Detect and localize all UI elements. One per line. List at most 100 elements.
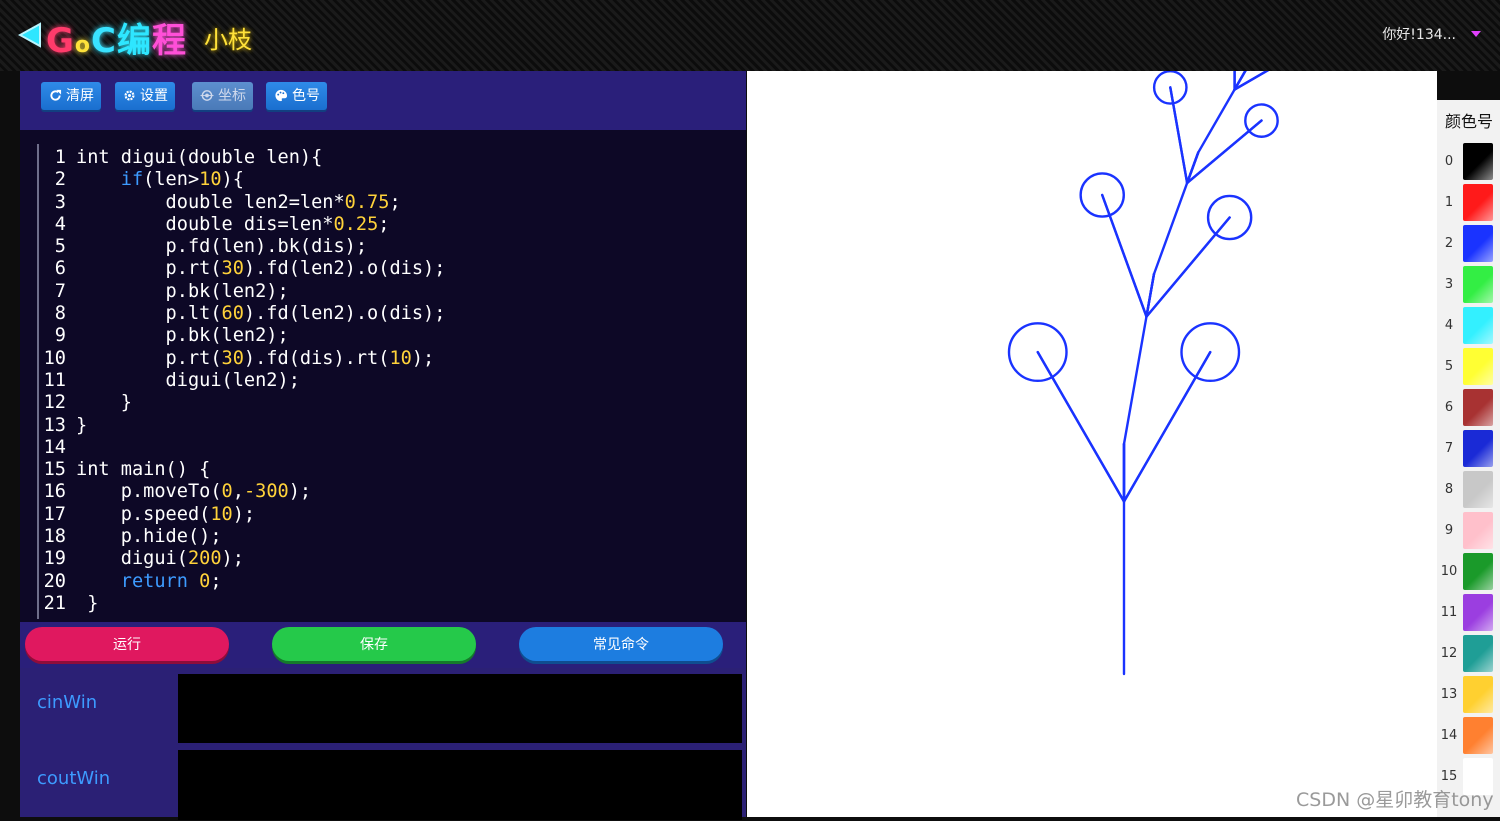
line-code: } [76,392,132,414]
color-swatch[interactable] [1463,717,1493,754]
top-bar: GoC编程 小枝 你好!134... [0,0,1500,71]
clear-button[interactable]: 清屏 [41,82,101,110]
code-line: 17 p.speed(10); [42,504,445,526]
code-line: 7 p.bk(len2); [42,281,445,303]
code-line: 1 int digui(double len){ [42,147,445,169]
line-code: double dis=len*0.25; [76,213,390,235]
color-swatch-row[interactable]: 5 [1437,346,1500,387]
color-swatch[interactable] [1463,266,1493,303]
code-line: 16 p.moveTo(0,-300); [42,481,445,503]
color-swatch[interactable] [1463,348,1493,385]
color-swatch[interactable] [1463,635,1493,672]
color-swatch[interactable] [1463,184,1493,221]
tree-branch [1036,350,1126,503]
line-number: 12 [43,392,66,414]
color-swatch[interactable] [1463,389,1493,426]
code-line: 9 p.bk(len2); [42,325,445,347]
color-swatch-row[interactable]: 13 [1437,674,1500,715]
color-swatch-row[interactable]: 8 [1437,469,1500,510]
watermark: CSDN @星卯教育tony [1296,789,1494,811]
color-swatch-row[interactable]: 6 [1437,387,1500,428]
code-line: 11 digui(len2); [42,370,445,392]
color-number: 15 [1440,769,1458,784]
line-number: 15 [43,459,66,481]
code-line: 8 p.lt(60).fd(len2).o(dis); [42,303,446,325]
line-number: 18 [43,526,66,548]
color-swatch-row[interactable]: 9 [1437,510,1500,551]
save-button[interactable]: 保存 [272,627,476,661]
line-code: double len2=len*0.75; [76,191,401,213]
cin-input[interactable] [178,674,742,743]
code-area[interactable]: 1 int digui(double len){2 if(len>10){3 do… [42,147,446,615]
line-code: } [76,414,88,436]
line-number: 10 [43,347,66,369]
code-line: 5 p.fd(len).bk(dis); [42,236,445,258]
code-line: 6 p.rt(30).fd(len2).o(dis); [42,258,446,280]
color-swatch[interactable] [1463,553,1493,590]
color-swatch[interactable] [1463,594,1493,631]
line-code: p.hide(); [76,526,222,548]
line-number: 8 [54,303,66,325]
color-swatch-row[interactable]: 0 [1437,141,1500,182]
color-swatch[interactable] [1463,143,1493,180]
color-swatch-row[interactable]: 11 [1437,592,1500,633]
code-line: 13} [42,415,445,437]
line-number: 16 [43,481,66,503]
line-number: 5 [54,236,66,258]
color-swatch-row[interactable]: 12 [1437,633,1500,674]
color-swatch-row[interactable]: 1 [1437,182,1500,223]
color-number: 2 [1444,236,1454,251]
color-number: 8 [1444,482,1454,497]
cout-label: coutWin [37,768,111,789]
color-swatch-row[interactable]: 7 [1437,428,1500,469]
color-swatch-row[interactable]: 3 [1437,264,1500,305]
color-number: 9 [1444,523,1454,538]
color-swatch[interactable] [1463,307,1493,344]
color-number: 10 [1440,564,1458,579]
line-number: 3 [54,191,66,213]
color-number: 7 [1444,441,1454,456]
code-line: 14​ [42,437,445,459]
palette-icon [275,89,288,102]
line-code: p.lt(60).fd(len2).o(dis); [76,303,446,325]
code-line: 15 int main() { [42,459,445,481]
color-number: 5 [1444,359,1454,374]
run-button[interactable]: 运行 [25,627,229,661]
line-code: p.rt(30).fd(dis).rt(10); [76,347,435,369]
editor-panel: 清屏 设置 坐标 色号 1 int digui(double len){2 if(… [20,71,746,820]
drawing-canvas[interactable] [747,0,1437,817]
line-number: 4 [54,213,66,235]
color-swatch-row[interactable]: 14 [1437,715,1500,756]
color-swatch-row[interactable]: 10 [1437,551,1500,592]
code-editor[interactable]: 1 int digui(double len){2 if(len>10){3 do… [20,130,746,622]
line-number: 11 [43,369,66,391]
color-swatch[interactable] [1463,471,1493,508]
color-number: 3 [1444,277,1454,292]
color-palette: 颜色号 0 1 2 3 4 5 6 7 8 9 10 11 12 13 14 15 [1437,100,1500,817]
gutter-divider [37,144,39,619]
code-line: 10 p.rt(30).fd(dis).rt(10); [42,348,445,370]
line-code: p.rt(30).fd(len2).o(dis); [76,258,446,280]
common-commands-button[interactable]: 常见命令 [519,627,723,661]
line-code: } [76,592,99,614]
back-icon[interactable] [18,22,42,48]
color-swatch[interactable] [1463,512,1493,549]
settings-button-label: 设置 [140,88,168,104]
coords-button[interactable]: 坐标 [192,82,253,110]
user-menu[interactable]: 你好!134... [1382,24,1456,44]
chevron-down-icon[interactable] [1471,31,1481,37]
color-swatch[interactable] [1463,225,1493,262]
code-line: 20 return 0; [42,571,445,593]
colors-button[interactable]: 色号 [266,82,327,110]
color-swatch-row[interactable]: 2 [1437,223,1500,264]
line-code: p.fd(len).bk(dis); [76,236,368,258]
code-line: 2 if(len>10){ [42,169,445,191]
color-swatch[interactable] [1463,676,1493,713]
palette-title: 颜色号 [1445,112,1494,131]
color-swatch[interactable] [1463,430,1493,467]
color-swatch-row[interactable]: 4 [1437,305,1500,346]
color-number: 0 [1444,154,1454,169]
line-code: return 0; [120,570,222,592]
settings-button[interactable]: 设置 [115,82,175,110]
line-code: if(len>10){ [120,169,244,191]
